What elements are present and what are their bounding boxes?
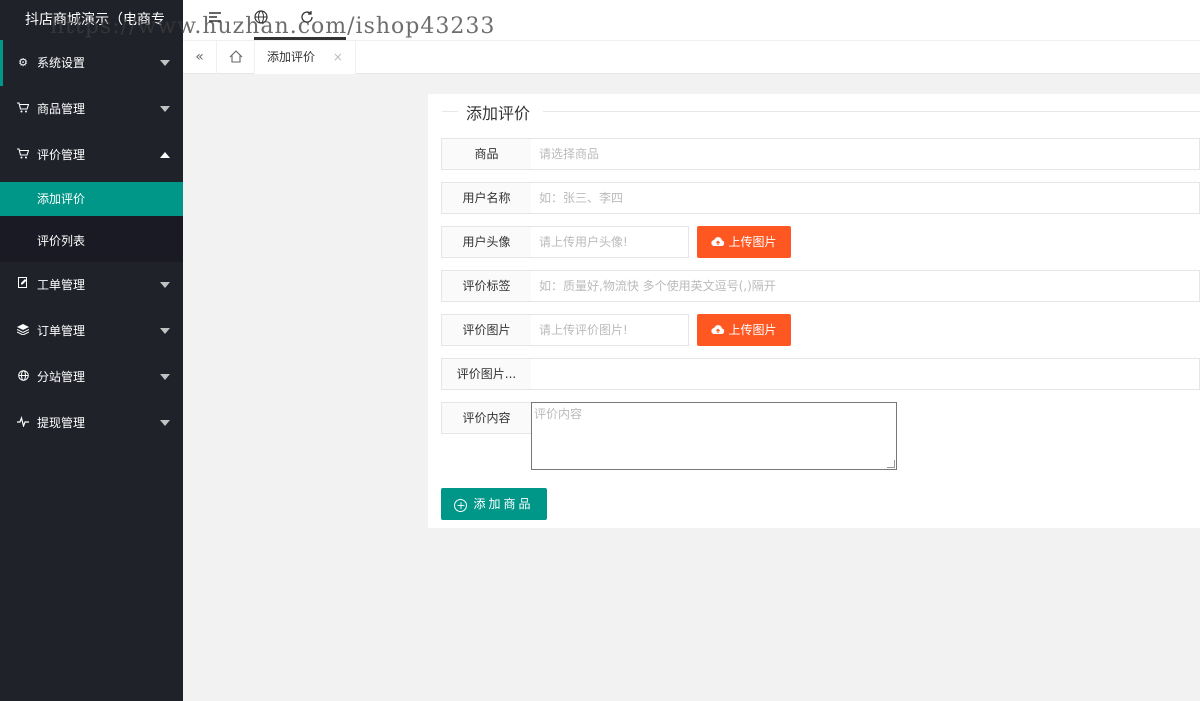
tabs-scroll-left-button[interactable]: « [183, 41, 217, 74]
sidebar-item-label: 工单管理 [37, 278, 86, 292]
layers-icon [16, 308, 30, 354]
avatar-upload-button[interactable]: 上传图片 [697, 226, 791, 258]
sidebar-item-order-management[interactable]: 订单管理 [0, 308, 183, 354]
review-images-preview-label: 评价图片... [441, 358, 532, 390]
form-legend: 添加评价 [428, 94, 1200, 128]
review-content-label: 评价内容 [441, 402, 532, 434]
sidebar-item-product-management[interactable]: 商品管理 [0, 86, 183, 132]
chevron-down-icon [160, 282, 170, 288]
double-chevron-left-icon: « [195, 49, 204, 65]
gear-icon: ⚙ [18, 56, 28, 69]
legend-divider [543, 111, 1200, 112]
sidebar-subitem-add-review[interactable]: 添加评价 [0, 182, 183, 216]
form-title: 添加评价 [466, 104, 531, 123]
chevron-down-icon [160, 328, 170, 334]
tabs-bar: « 添加评价 × [183, 40, 1200, 74]
refresh-icon[interactable] [300, 10, 314, 28]
username-input[interactable]: 如：张三、李四 [531, 182, 1200, 214]
plus-circle-icon: + [454, 499, 468, 512]
chevron-down-icon [160, 60, 170, 66]
globe-icon[interactable] [254, 10, 268, 28]
chevron-down-icon [160, 106, 170, 112]
chevron-down-icon [160, 374, 170, 380]
edit-icon [16, 262, 30, 308]
review-images-upload-button[interactable]: 上传图片 [697, 314, 791, 346]
sidebar-subitem-review-list[interactable]: 评价列表 [0, 220, 183, 262]
legend-divider [442, 111, 458, 112]
chevron-down-icon [160, 420, 170, 426]
sidebar-item-label: 订单管理 [37, 324, 86, 338]
home-tab[interactable] [217, 41, 255, 74]
add-product-button[interactable]: + 添加商品 [441, 488, 547, 520]
cloud-upload-icon [711, 314, 725, 346]
sidebar-item-label: 商品管理 [37, 102, 86, 116]
cloud-upload-icon [711, 226, 725, 258]
chevron-up-icon [160, 152, 170, 158]
sidebar-item-label: 分站管理 [37, 370, 86, 384]
globe-icon [16, 354, 30, 400]
add-review-form-card: 添加评价 商品 请选择商品 用户名称 如：张三、李四 用户头像 请上传用户头像!… [428, 94, 1200, 528]
app-title: 抖店商城演示（电商专 [0, 0, 183, 40]
cart-icon [16, 132, 30, 178]
pulse-icon [16, 400, 30, 446]
review-content-textarea[interactable]: 评价内容 [531, 402, 897, 470]
review-images-input[interactable]: 请上传评价图片! [531, 314, 689, 346]
upload-button-label: 上传图片 [728, 235, 777, 249]
sidebar: 抖店商城演示（电商专 ⚙ 系统设置 商品管理 评价管理 添加评价 评价列表 工单… [0, 0, 183, 701]
submit-button-label: 添加商品 [473, 497, 534, 511]
avatar-label: 用户头像 [441, 226, 532, 258]
sidebar-item-label: 评价管理 [37, 148, 86, 162]
cart-icon [16, 86, 30, 132]
tab-add-review[interactable]: 添加评价 × [255, 41, 356, 74]
product-select[interactable]: 请选择商品 [531, 138, 1200, 170]
submenu-review: 添加评价 评价列表 [0, 182, 183, 262]
sidebar-item-withdrawal-management[interactable]: 提现管理 [0, 400, 183, 446]
close-icon[interactable]: × [333, 50, 343, 64]
upload-button-label: 上传图片 [728, 323, 777, 337]
username-label: 用户名称 [441, 182, 532, 214]
review-tags-label: 评价标签 [441, 270, 532, 302]
review-images-label: 评价图片 [441, 314, 532, 346]
sidebar-item-label: 系统设置 [37, 56, 86, 70]
review-images-preview [531, 358, 1200, 390]
resize-handle[interactable] [887, 460, 895, 468]
home-icon [229, 49, 243, 65]
sidebar-item-review-management[interactable]: 评价管理 [0, 132, 183, 178]
avatar-input[interactable]: 请上传用户头像! [531, 226, 689, 258]
textarea-placeholder: 评价内容 [534, 407, 583, 421]
sidebar-item-ticket-management[interactable]: 工单管理 [0, 262, 183, 308]
menu-icon[interactable] [208, 10, 222, 28]
sidebar-item-label: 提现管理 [37, 416, 86, 430]
sidebar-item-substation-management[interactable]: 分站管理 [0, 354, 183, 400]
review-tags-input[interactable]: 如：质量好,物流快 多个使用英文逗号(,)隔开 [531, 270, 1200, 302]
product-label: 商品 [441, 138, 532, 170]
sidebar-item-system-settings[interactable]: ⚙ 系统设置 [0, 40, 183, 86]
tab-label: 添加评价 [267, 50, 316, 64]
top-header [183, 0, 1200, 40]
